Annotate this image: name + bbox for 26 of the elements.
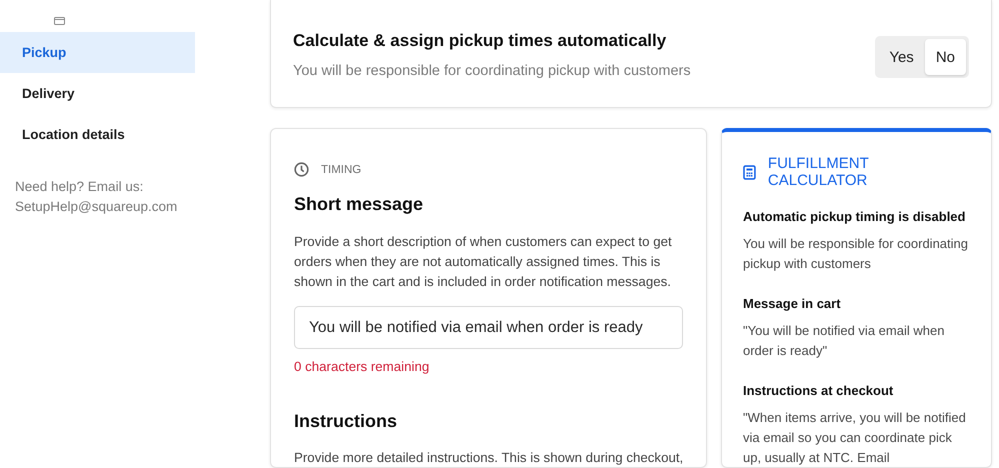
- help-text: Need help? Email us:: [14, 178, 144, 196]
- calculator-title: FULFILLMENT CALCULATOR: [768, 155, 870, 189]
- section-heading: Instructions: [294, 411, 398, 432]
- section-description: Provide a short description of when customers can expect to get orders when they are not automatically assigned times. This is shown in the cart and is included in order notification messages.: [294, 233, 673, 291]
- window-icon: [54, 17, 65, 25]
- setting-title: Calculate & assign pickup times automatically: [293, 31, 668, 51]
- toggle-option[interactable]: No: [924, 39, 966, 75]
- section-label: TIMING: [321, 164, 362, 176]
- sidebar-item[interactable]: Location details: [0, 114, 195, 155]
- sidebar-item[interactable]: Delivery: [0, 73, 195, 114]
- calculator-heading: Automatic pickup timing is disabled: [743, 209, 966, 224]
- calculator-text: "When items arrive, you will be notified via email so you can coordinate pick up, usually at NTC. Email: [743, 409, 967, 467]
- sidebar-item[interactable]: Pickup: [0, 32, 195, 73]
- character-counter: 0 characters remaining: [294, 359, 430, 374]
- calculator-icon: [743, 164, 756, 180]
- section-heading: Short message: [294, 194, 424, 215]
- calculator-text: "You will be notified via email when order is ready": [743, 322, 946, 360]
- calculator-text: You will be responsible for coordinating pickup with customers: [743, 235, 969, 273]
- section-description: Provide more detailed instructions. This is shown during checkout,: [294, 449, 683, 467]
- help-text: SetupHelp@squareup.com: [14, 198, 178, 216]
- calculator-heading: Instructions at checkout: [743, 383, 894, 398]
- calculator-heading: Message in cart: [743, 296, 842, 311]
- setting-subtitle: You will be responsible for coordinating pickup with customers: [293, 63, 691, 79]
- message-input-field[interactable]: You will be notified via email when order is ready: [294, 306, 683, 349]
- clock-icon: [294, 162, 309, 177]
- toggle-option[interactable]: Yes: [878, 39, 925, 75]
